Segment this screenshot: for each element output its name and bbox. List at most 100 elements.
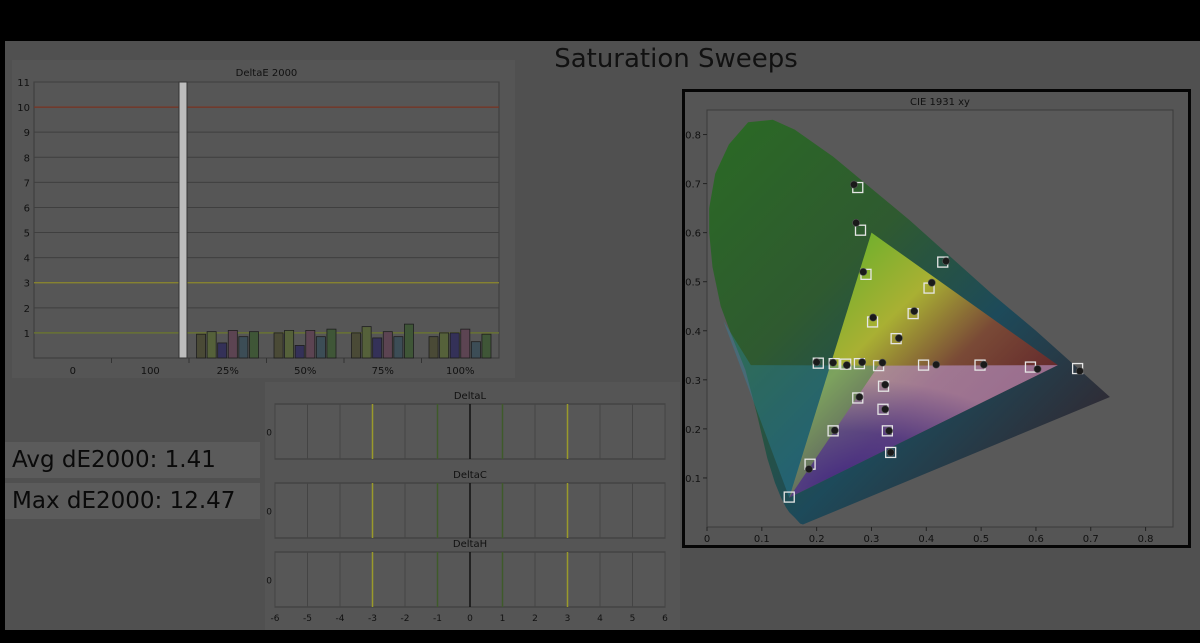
- cie-measured-point: [894, 334, 903, 343]
- cie-chart: CIE 1931 xy 0 0.1 0.2 0.3 0.4 0.5 0.6 0.7 0.8 0.1 0…: [685, 97, 1174, 545]
- deltae-y-tick-label: 7: [24, 178, 30, 189]
- cie-measured-point: [850, 180, 858, 189]
- cie-measured-point: [855, 393, 864, 401]
- cie-x-tick-label: 0.2: [809, 534, 825, 545]
- cie-measured-point: [979, 360, 988, 369]
- deltae-x-tick-label: 100%: [446, 366, 475, 377]
- deltae-bar: [470, 341, 481, 359]
- cie-x-tick-label: 0.8: [1138, 534, 1154, 545]
- cie-y-tick-label: 0.8: [685, 131, 701, 142]
- deltae-bar: [227, 329, 238, 359]
- delta-x-tick-label: -6: [271, 614, 280, 624]
- avg-de2000-label: Avg dE2000: 1.41: [5, 442, 260, 478]
- deltae-highlight-bar: [178, 81, 188, 359]
- cie-measured-point: [869, 313, 878, 322]
- deltae-bar: [249, 331, 259, 359]
- deltae-y-tick-label: 6: [24, 203, 30, 214]
- deltae-y-tick-label: 2: [24, 304, 30, 315]
- delta-x-tick-label: 5: [630, 614, 636, 624]
- cie-measured-point: [881, 405, 890, 414]
- deltae-chart-panel: DeltaE 2000 1 2 3 4 5 6 7 8 9 10 11 0 100 25% 50% 75% 100…: [12, 60, 515, 378]
- deltae-chart: DeltaE 2000 1 2 3 4 5 6 7 8 9 10 11 0 100 25% 50% 75% 100…: [17, 68, 500, 377]
- delta-y-tick-label: 0: [266, 577, 272, 587]
- deltae-y-tick-label: 3: [24, 279, 30, 290]
- delta-lch-charts: DeltaL 0 DeltaC 0 DeltaH 0 -6 -5 -4 -3 -2 -1 0 1 2 3 4 5 6: [266, 391, 668, 624]
- deltae-bar: [294, 345, 305, 359]
- cie-y-tick-label: 0.6: [685, 229, 701, 240]
- cie-y-tick-label: 0.1: [685, 474, 701, 485]
- cie-y-tick-label: 0.5: [685, 278, 701, 289]
- cie-measured-point: [842, 361, 851, 370]
- delta-y-tick-label: 0: [266, 508, 272, 518]
- cie-measured-point: [878, 358, 887, 367]
- deltae-y-tick-label: 5: [24, 229, 30, 240]
- cie-measured-point: [1033, 365, 1042, 373]
- delta-x-tick-label: -1: [433, 614, 442, 624]
- deltae-y-tick-label: 1: [24, 329, 30, 340]
- deltae-bar: [217, 342, 228, 359]
- delta-x-tick-label: 0: [467, 614, 473, 624]
- deltae-x-tick-label: 100: [141, 366, 160, 377]
- cie-x-tick-label: 0.5: [973, 534, 989, 545]
- deltae-chart-title: DeltaE 2000: [236, 68, 298, 79]
- delta-chart-title: DeltaC: [453, 470, 487, 481]
- deltae-bar: [393, 336, 404, 359]
- deltae-x-tick-label: 25%: [217, 366, 239, 377]
- delta-x-tick-label: -2: [401, 614, 410, 624]
- deltae-bar: [284, 329, 295, 359]
- deltae-y-tick-label: 10: [17, 103, 30, 114]
- cie-measured-point: [885, 426, 893, 435]
- deltae-bar: [449, 332, 460, 359]
- cie-y-tick-label: 0.2: [685, 425, 701, 436]
- cie-measured-point: [881, 380, 890, 389]
- deltae-bar: [361, 326, 372, 359]
- cie-measured-point: [932, 360, 941, 369]
- cie-measured-point: [830, 426, 839, 435]
- delta-x-tick-label: 3: [565, 614, 571, 624]
- delta-lch-panel: DeltaL 0 DeltaC 0 DeltaH 0 -6 -5 -4 -3 -2 -1 0 1 2 3 4 5 6: [265, 382, 680, 630]
- deltae-x-tick-label: 75%: [372, 366, 394, 377]
- deltae-bar: [206, 331, 217, 359]
- deltae-bar: [428, 336, 439, 359]
- cie-measured-point: [886, 448, 895, 457]
- cie-x-tick-label: 0.4: [918, 534, 934, 545]
- delta-chart-title: DeltaH: [453, 539, 487, 550]
- cie-measured-point: [859, 267, 868, 276]
- delta-x-tick-label: -5: [303, 614, 312, 624]
- deltae-bar: [404, 323, 414, 359]
- deltae-y-tick-label: 11: [17, 78, 30, 89]
- cie-x-tick-label: 0.1: [754, 534, 770, 545]
- cie-y-tick-label: 0.3: [685, 376, 701, 387]
- deltae-bar: [326, 328, 337, 359]
- deltae-bar: [351, 332, 361, 359]
- cie-y-tick-label: 0.7: [685, 180, 701, 191]
- deltae-y-tick-label: 9: [24, 128, 30, 139]
- cie-measured-point: [852, 218, 861, 227]
- deltae-plot-area: [33, 81, 500, 359]
- delta-x-tick-label: 4: [597, 614, 603, 624]
- deltae-x-tick-label: 0: [70, 366, 76, 377]
- deltae-y-tick-label: 4: [24, 254, 30, 265]
- cie-measured-point: [858, 358, 867, 367]
- cie-y-tick-label: 0.4: [685, 327, 701, 338]
- delta-chart-title: DeltaL: [454, 391, 487, 402]
- deltae-bar: [273, 332, 284, 359]
- delta-y-tick-label: 0: [266, 429, 272, 439]
- cie-chart-title: CIE 1931 xy: [910, 97, 970, 108]
- delta-x-tick-label: -3: [368, 614, 377, 624]
- cie-chart-border: CIE 1931 xy 0 0.1 0.2 0.3 0.4 0.5 0.6 0.7 0.8 0.1 0…: [682, 89, 1191, 548]
- deltae-bar: [238, 336, 249, 359]
- delta-x-tick-label: -4: [336, 614, 345, 624]
- delta-x-tick-label: 6: [662, 614, 668, 624]
- cie-measured-point: [805, 465, 813, 474]
- deltae-bar: [305, 329, 316, 359]
- cie-measured-point: [942, 257, 950, 266]
- deltae-bar: [439, 332, 450, 359]
- deltae-bar: [460, 328, 471, 359]
- delta-x-tick-label: 2: [532, 614, 538, 624]
- deltae-bar: [382, 331, 393, 359]
- deltae-bar: [372, 337, 383, 359]
- cie-x-tick-label: 0.7: [1083, 534, 1099, 545]
- deltae-bar: [196, 333, 206, 359]
- cie-x-tick-label: 0: [704, 534, 710, 545]
